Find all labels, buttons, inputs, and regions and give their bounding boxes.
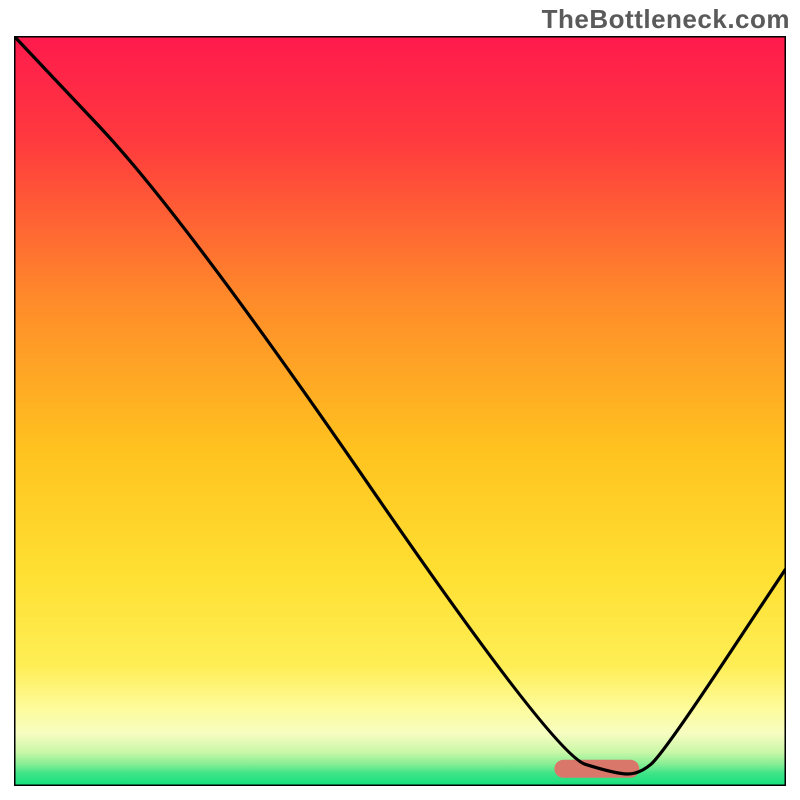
watermark-text: TheBottleneck.com — [542, 4, 790, 35]
chart-svg — [14, 36, 786, 786]
plot-area — [14, 36, 786, 786]
bottleneck-chart: TheBottleneck.com — [0, 0, 800, 800]
gradient-background — [14, 36, 786, 786]
